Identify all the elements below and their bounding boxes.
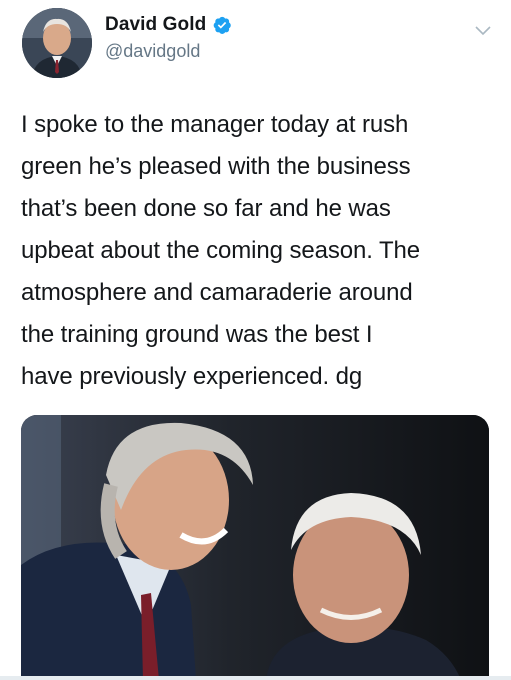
divider: [0, 676, 511, 680]
tweet-card: David Gold @davidgold I spoke to the man…: [0, 0, 511, 680]
avatar[interactable]: [22, 8, 92, 78]
display-name[interactable]: David Gold: [105, 14, 206, 36]
avatar-photo: [22, 8, 92, 78]
author-handle[interactable]: @davidgold: [105, 41, 232, 62]
tweet-photo[interactable]: [21, 415, 489, 680]
more-options-button[interactable]: [470, 22, 496, 40]
chevron-down-icon: [475, 26, 491, 36]
verified-badge-icon: [212, 15, 232, 35]
author-info: David Gold @davidgold: [105, 14, 232, 62]
photo-two-men: [21, 415, 489, 680]
tweet-text: I spoke to the manager today at rush gre…: [21, 111, 421, 390]
